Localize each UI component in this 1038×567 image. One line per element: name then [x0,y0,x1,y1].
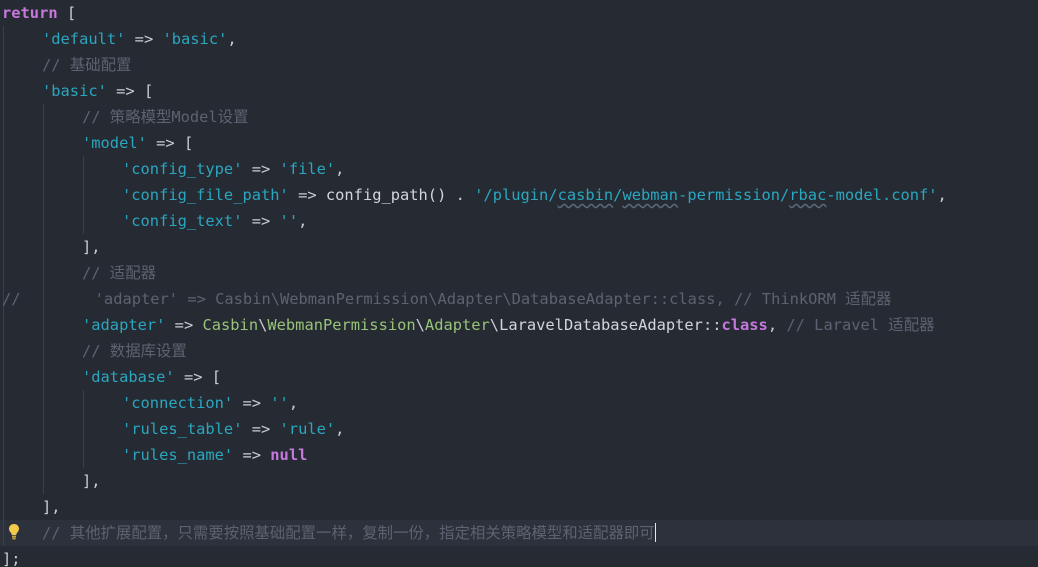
array-value: 'rule' [279,420,336,438]
concat-operator: . [446,186,475,204]
array-key: 'config_text' [122,212,243,230]
code-line-8[interactable]: 'config_file_path' => config_path() . '/… [122,182,947,208]
arrow-operator: => [174,368,212,386]
code-line-7[interactable]: 'config_type' => 'file', [122,156,344,182]
arrow-operator: => [125,30,163,48]
array-key: 'database' [82,368,175,386]
arrow-operator: => [233,446,271,464]
array-key: 'basic' [42,82,107,100]
bracket-open: [ [143,82,154,100]
comma: , [227,30,237,48]
indent-guide [83,156,84,234]
path-string-part: webman [622,186,679,204]
comment: // 策略模型Model设置 [82,108,249,126]
array-value: '' [270,394,289,412]
array-key: 'default' [42,30,126,48]
comma: , [767,316,787,334]
code-line-12[interactable]: // 'adapter' => Casbin\WebmanPermission\… [2,286,891,312]
text-cursor [654,523,656,542]
code-line-15[interactable]: 'database' => [ [82,364,221,390]
namespace-separator: \ [415,316,425,334]
bracket-close: ]; [2,550,21,567]
comma: , [937,186,947,204]
code-line-4[interactable]: 'basic' => [ [42,78,153,104]
comma: , [288,394,299,412]
keyword-null: null [270,446,308,464]
code-line-19[interactable]: ], [82,468,101,494]
code-line-22[interactable]: ]; [2,546,21,567]
array-value: '' [279,212,299,230]
bracket-close: ], [82,472,101,490]
path-string-part: rbac [789,186,827,204]
namespace-part: WebmanPermission [267,316,416,334]
comma: , [335,420,345,438]
code-line-11[interactable]: // 适配器 [82,260,156,286]
bracket-open: [ [211,368,222,386]
comment: // 数据库设置 [82,342,187,360]
bracket-close: ], [82,238,101,256]
lightbulb-icon[interactable] [8,523,20,541]
code-line-18[interactable]: 'rules_name' => null [122,442,307,468]
keyword-class: class [721,316,768,334]
comma: , [335,160,345,178]
array-key: 'connection' [122,394,234,412]
array-value: 'file' [279,160,336,178]
path-string-part: -model.conf' [826,186,938,204]
array-key: 'rules_table' [122,420,243,438]
namespace-part: Casbin [202,316,259,334]
code-line-13[interactable]: 'adapter' => Casbin\WebmanPermission\Ada… [82,312,934,338]
arrow-operator: => [242,212,280,230]
array-key: 'model' [82,134,147,152]
class-name: LaravelDatabaseAdapter [499,316,703,334]
code-line-14[interactable]: // 数据库设置 [82,338,187,364]
bracket-close: ], [42,498,61,516]
namespace-separator: \ [489,316,500,334]
code-editor[interactable]: return [ 'default' => 'basic', // 基础配置 '… [0,0,1038,567]
arrow-operator: => [288,186,326,204]
array-key: 'adapter' [82,316,166,334]
path-string-part: casbin [557,186,614,204]
bracket-open: [ [57,4,77,22]
namespace-separator: \ [258,316,268,334]
code-line-17[interactable]: 'rules_table' => 'rule', [122,416,344,442]
path-string-part: -permission/ [678,186,790,204]
array-value: 'basic' [162,30,228,48]
comma: , [298,212,308,230]
arrow-operator: => [106,82,144,100]
function-call: config_path() [325,186,447,204]
arrow-operator: => [165,316,203,334]
commented-code: // 'adapter' => Casbin\WebmanPermission\… [2,290,892,308]
code-line-1[interactable]: return [ [2,0,76,26]
arrow-operator: => [242,420,280,438]
code-line-9[interactable]: 'config_text' => '', [122,208,307,234]
array-key: 'config_type' [122,160,243,178]
arrow-operator: => [233,394,271,412]
code-line-10[interactable]: ], [82,234,101,260]
code-line-6[interactable]: 'model' => [ [82,130,193,156]
arrow-operator: => [146,134,184,152]
code-line-2[interactable]: 'default' => 'basic', [42,26,237,52]
array-key: 'rules_name' [122,446,234,464]
comment: // 其他扩展配置，只需要按照基础配置一样，复制一份，指定相关策略模型和适配器即… [42,524,655,542]
bracket-open: [ [183,134,194,152]
array-key: 'config_file_path' [122,186,289,204]
scope-operator: :: [702,316,722,334]
code-line-5[interactable]: // 策略模型Model设置 [82,104,248,130]
code-line-21[interactable]: // 其他扩展配置，只需要按照基础配置一样，复制一份，指定相关策略模型和适配器即… [42,520,656,546]
path-string-part: '/plugin/ [474,186,558,204]
comment: // Laravel 适配器 [786,316,935,334]
keyword-return: return [2,4,58,22]
namespace-part: Adapter [424,316,490,334]
indent-guide [83,390,84,468]
code-line-20[interactable]: ], [42,494,61,520]
code-line-3[interactable]: // 基础配置 [42,52,131,78]
code-line-16[interactable]: 'connection' => '', [122,390,298,416]
comment: // 适配器 [82,264,156,282]
arrow-operator: => [242,160,280,178]
comment: // 基础配置 [42,56,132,74]
